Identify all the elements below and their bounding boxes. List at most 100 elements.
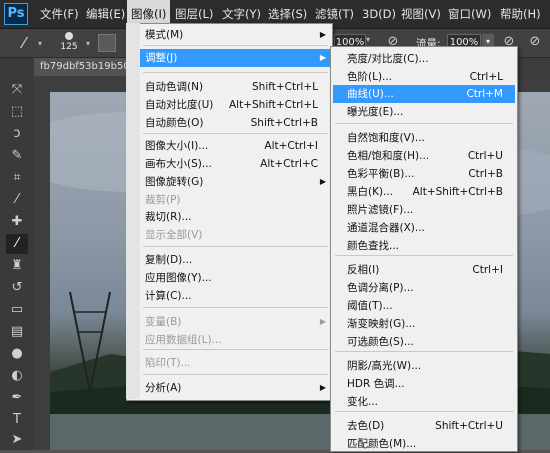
image-menu-item[interactable]: 图像大小(I)... Alt+Ctrl+I bbox=[129, 137, 330, 155]
image-menu-item[interactable]: 分析(A) ▶ bbox=[129, 379, 330, 397]
adjustments-menu-item[interactable]: 颜色查找... bbox=[333, 237, 515, 255]
image-menu-item[interactable]: 调整(J) ▶ bbox=[129, 49, 330, 67]
menu-item-label: 陷印(T)... bbox=[145, 357, 191, 369]
menu-item-shortcut: Alt+Ctrl+C bbox=[260, 158, 318, 170]
adjustments-menu-item[interactable]: 去色(D) Shift+Ctrl+U bbox=[333, 417, 515, 435]
image-menu-item[interactable]: 显示全部(V) bbox=[129, 226, 330, 244]
submenu-arrow-icon: ▶ bbox=[319, 177, 326, 186]
adjustments-menu-item[interactable]: 渐变映射(G)... bbox=[333, 315, 515, 333]
gradient-tool-icon[interactable]: ▤ bbox=[6, 322, 28, 342]
image-menu-item[interactable]: 自动对比度(U) Alt+Shift+Ctrl+L bbox=[129, 96, 330, 114]
menu-item-label: 应用数据组(L)... bbox=[145, 334, 222, 346]
image-menu-item[interactable]: 应用数据组(L)... bbox=[129, 331, 330, 349]
quick-select-tool-icon[interactable]: ✎ bbox=[6, 146, 28, 166]
pressure-size-icon[interactable]: ⊘ bbox=[526, 33, 544, 51]
image-menu-item[interactable]: 画布大小(S)... Alt+Ctrl+C bbox=[129, 155, 330, 173]
history-brush-tool-icon[interactable]: ↺ bbox=[6, 278, 28, 298]
path-select-tool-icon[interactable]: ➤ bbox=[6, 430, 28, 450]
image-menu-item[interactable]: 复制(D)... bbox=[129, 251, 330, 269]
adjustments-menu-item[interactable]: 色调分离(P)... bbox=[333, 279, 515, 297]
menu-file[interactable]: 文件(F) bbox=[36, 0, 83, 28]
submenu-arrow-icon: ▶ bbox=[319, 317, 326, 326]
adjustments-menu-item[interactable]: 色相/饱和度(H)... Ctrl+U bbox=[333, 147, 515, 165]
menu-item-label: 计算(C)... bbox=[145, 290, 192, 302]
menu-item-label: 自动色调(N) bbox=[145, 81, 204, 93]
menu-item-label: 自动颜色(O) bbox=[145, 117, 204, 129]
toolbox: ⤧ ⬚ ↄ ✎ ⌗ ⁄ ✚ ⁄ ♜ ↺ ▭ ▤ ● ◐ ✒ T ➤ bbox=[0, 58, 35, 450]
image-menu-item[interactable]: 图像旋转(G) ▶ bbox=[129, 173, 330, 191]
adjustments-menu-item[interactable]: 色彩平衡(B)... Ctrl+B bbox=[333, 165, 515, 183]
image-menu-item[interactable]: 自动颜色(O) Shift+Ctrl+B bbox=[129, 114, 330, 132]
brush-size-picker[interactable]: 125 bbox=[55, 32, 83, 54]
blur-tool-icon[interactable]: ● bbox=[6, 344, 28, 364]
adjustments-menu-item[interactable]: 反相(I) Ctrl+I bbox=[333, 261, 515, 279]
vertical-ruler bbox=[34, 92, 51, 450]
adjustments-menu-item[interactable]: 阴影/高光(W)... bbox=[333, 357, 515, 375]
adjustments-menu-item[interactable]: HDR 色调... bbox=[333, 375, 515, 393]
menu-item-label: 亮度/对比度(C)... bbox=[347, 53, 429, 65]
menu-item-label: 去色(D) bbox=[347, 420, 385, 432]
adjustments-menu-item[interactable]: 色阶(L)... Ctrl+L bbox=[333, 68, 515, 86]
menu-item-label: 曝光度(E)... bbox=[347, 106, 404, 118]
adjustments-menu-item[interactable]: 自然饱和度(V)... bbox=[333, 129, 515, 147]
document-tab[interactable]: fb79dbf53b19b50 bbox=[34, 58, 132, 76]
menu-item-label: 色阶(L)... bbox=[347, 71, 393, 83]
adjustments-menu-item[interactable]: 黑白(K)... Alt+Shift+Ctrl+B bbox=[333, 183, 515, 201]
image-menu-item[interactable]: 模式(M) ▶ bbox=[129, 26, 330, 44]
image-menu-item[interactable]: 计算(C)... bbox=[129, 287, 330, 305]
menu-item-shortcut: Alt+Shift+Ctrl+B bbox=[412, 186, 503, 198]
adjustments-menu-item[interactable]: 照片滤镜(F)... bbox=[333, 201, 515, 219]
pen-tool-icon[interactable]: ✒ bbox=[6, 388, 28, 408]
menu-item-label: 曲线(U)... bbox=[347, 88, 394, 100]
brush-panel-icon[interactable] bbox=[98, 34, 116, 52]
menu-item-label: 应用图像(Y)... bbox=[145, 272, 212, 284]
menu-item-label: 通道混合器(X)... bbox=[347, 222, 425, 234]
image-menu-item[interactable]: 裁切(R)... bbox=[129, 208, 330, 226]
eraser-tool-icon[interactable]: ▭ bbox=[6, 300, 28, 320]
image-menu-item[interactable]: 陷印(T)... bbox=[129, 354, 330, 372]
menu-item-label: 变化... bbox=[347, 396, 379, 408]
move-tool-icon[interactable]: ⤧ bbox=[6, 80, 28, 100]
adjustments-menu-item[interactable]: 可选颜色(S)... bbox=[333, 333, 515, 351]
menu-separator bbox=[143, 374, 328, 375]
adjustments-menu-item[interactable]: 亮度/对比度(C)... bbox=[333, 50, 515, 68]
healing-brush-tool-icon[interactable]: ✚ bbox=[6, 212, 28, 232]
menu-item-label: 黑白(K)... bbox=[347, 186, 394, 198]
adjustments-menu-item[interactable]: 阈值(T)... bbox=[333, 297, 515, 315]
marquee-tool-icon[interactable]: ⬚ bbox=[6, 102, 28, 122]
menu-edit[interactable]: 编辑(E) bbox=[82, 0, 129, 28]
brush-tool-icon[interactable]: ⁄ bbox=[6, 234, 28, 254]
adjustments-menu-item[interactable]: 曝光度(E)... bbox=[333, 103, 515, 121]
image-menu-item[interactable]: 裁剪(P) bbox=[129, 191, 330, 209]
menu-window[interactable]: 窗口(W) bbox=[444, 0, 495, 28]
chevron-down-icon[interactable]: ▾ bbox=[38, 39, 42, 48]
menu-3d[interactable]: 3D(D) bbox=[358, 0, 400, 28]
adjustments-menu-item[interactable]: 变化... bbox=[333, 393, 515, 411]
menu-item-shortcut: Ctrl+I bbox=[472, 264, 503, 276]
chevron-down-icon[interactable]: ▾ bbox=[86, 39, 90, 48]
adjustments-menu-item[interactable]: 通道混合器(X)... bbox=[333, 219, 515, 237]
type-tool-icon[interactable]: T bbox=[6, 410, 28, 430]
image-menu-item[interactable]: 变量(B) ▶ bbox=[129, 313, 330, 331]
adjustments-menu-item[interactable]: 曲线(U)... Ctrl+M bbox=[333, 85, 515, 103]
menu-view[interactable]: 视图(V) bbox=[397, 0, 445, 28]
image-menu-item[interactable]: 自动色调(N) Shift+Ctrl+L bbox=[129, 78, 330, 96]
menu-item-shortcut: Shift+Ctrl+U bbox=[435, 420, 503, 432]
menu-item-label: 变量(B) bbox=[145, 316, 182, 328]
adjustments-submenu: 亮度/对比度(C)... 色阶(L)... Ctrl+L 曲线(U)... Ctrl+M… bbox=[330, 46, 518, 452]
menu-separator bbox=[143, 246, 328, 247]
menu-item-label: 自然饱和度(V)... bbox=[347, 132, 425, 144]
image-menu-item[interactable]: 应用图像(Y)... bbox=[129, 269, 330, 287]
menu-item-label: 渐变映射(G)... bbox=[347, 318, 416, 330]
dodge-tool-icon[interactable]: ◐ bbox=[6, 366, 28, 386]
menu-help[interactable]: 帮助(H) bbox=[496, 0, 545, 28]
menu-item-label: 反相(I) bbox=[347, 264, 380, 276]
menu-item-label: 匹配颜色(M)... bbox=[347, 438, 417, 450]
crop-tool-icon[interactable]: ⌗ bbox=[6, 168, 28, 188]
clone-stamp-tool-icon[interactable]: ♜ bbox=[6, 256, 28, 276]
brush-preset-icon[interactable]: ⁄ bbox=[14, 33, 34, 53]
adjustments-menu-item[interactable]: 匹配颜色(M)... bbox=[333, 435, 515, 453]
lasso-tool-icon[interactable]: ↄ bbox=[6, 124, 28, 144]
chevron-down-icon[interactable]: ▾ bbox=[366, 35, 370, 44]
eyedropper-tool-icon[interactable]: ⁄ bbox=[6, 190, 28, 210]
